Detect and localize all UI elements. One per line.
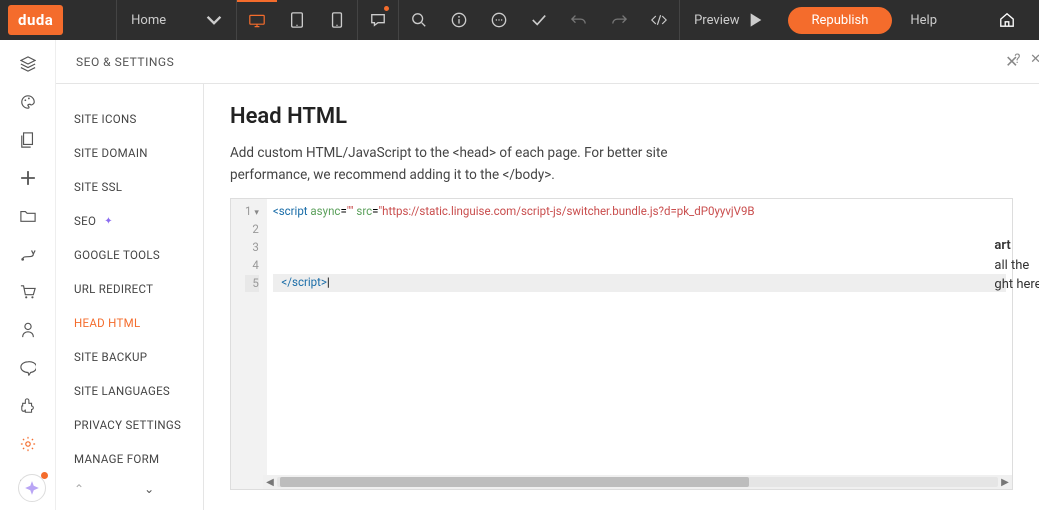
gear-icon: [20, 436, 36, 452]
republish-label: Republish: [812, 13, 869, 28]
device-mobile-button[interactable]: [317, 0, 357, 40]
comment-icon: [370, 12, 386, 28]
pages-button[interactable]: [18, 130, 38, 150]
blog-button[interactable]: [18, 358, 38, 378]
sidemenu-site-languages[interactable]: SITE LANGUAGES: [56, 374, 203, 408]
check-icon: [531, 12, 547, 28]
comments-button[interactable]: [358, 0, 398, 40]
bg-hint: ? ✕: [1014, 52, 1039, 67]
content-description: Add custom HTML/JavaScript to the <head>…: [230, 143, 750, 186]
code-editor[interactable]: 1 ▾ 2 3 4 5 <script async="" src="https:…: [230, 198, 1013, 490]
logo: duda: [8, 5, 63, 35]
chat-button[interactable]: [479, 0, 519, 40]
redo-icon: [611, 12, 627, 28]
sidemenu-site-domain[interactable]: SITE DOMAIN: [56, 136, 203, 170]
topbar: duda Home: [0, 0, 1039, 40]
editor-h-scrollbar[interactable]: ◀ ▶: [263, 475, 1012, 489]
membership-button[interactable]: [18, 320, 38, 340]
sidemenu-site-backup[interactable]: SITE BACKUP: [56, 340, 203, 374]
puzzle-icon: [20, 398, 36, 414]
help-label: Help: [910, 13, 937, 28]
apps-button[interactable]: [18, 396, 38, 416]
theme-button[interactable]: [18, 92, 38, 112]
sparkle-icon: ✦: [104, 216, 113, 227]
notification-dot: [384, 6, 389, 11]
route-icon: [20, 246, 36, 262]
code-icon: [651, 12, 667, 28]
help-button[interactable]: Help: [902, 0, 975, 40]
sidemenu-head-html[interactable]: HEAD HTML: [56, 306, 203, 340]
preview-label: Preview: [694, 13, 739, 28]
sidemenu-seo[interactable]: SEO✦: [56, 204, 203, 238]
search-button[interactable]: [399, 0, 439, 40]
nav-up-button[interactable]: ⌃: [74, 482, 84, 496]
content-area: Head HTML Add custom HTML/JavaScript to …: [204, 84, 1039, 510]
content-heading: Head HTML: [230, 104, 1013, 129]
editor-code[interactable]: <script async="" src="https://static.lin…: [267, 199, 1012, 489]
nav-down-button[interactable]: ⌄: [144, 482, 154, 496]
folder-icon: [20, 208, 36, 224]
main: SEO & SETTINGS ✕ SITE ICONS SITE DOMAIN …: [0, 40, 1039, 510]
cart-icon: [20, 284, 36, 300]
left-iconbar: [0, 40, 56, 510]
info-icon: [451, 12, 467, 28]
undo-button[interactable]: [559, 0, 599, 40]
scroll-track[interactable]: [277, 477, 998, 487]
settings-sidemenu: SITE ICONS SITE DOMAIN SITE SSL SEO✦ GOO…: [56, 84, 204, 510]
folder-button[interactable]: [18, 206, 38, 226]
redo-button[interactable]: [599, 0, 639, 40]
scroll-left-button[interactable]: ◀: [263, 477, 277, 488]
search-icon: [411, 12, 427, 28]
page-selector[interactable]: Home: [117, 0, 236, 40]
ai-fab-button[interactable]: [18, 474, 46, 502]
editor-gutter: 1 ▾ 2 3 4 5: [231, 199, 267, 489]
sidemenu-nav: ⌃ ⌄: [56, 476, 203, 502]
preview-button[interactable]: Preview: [680, 0, 777, 40]
chevron-down-icon: [206, 12, 222, 28]
sidemenu-site-icons[interactable]: SITE ICONS: [56, 102, 203, 136]
scroll-right-button[interactable]: ▶: [998, 477, 1012, 488]
settings-panel: SEO & SETTINGS ✕ SITE ICONS SITE DOMAIN …: [56, 40, 1039, 510]
info-button[interactable]: [439, 0, 479, 40]
devmode-button[interactable]: [639, 0, 679, 40]
play-icon: [748, 12, 764, 28]
device-tablet-button[interactable]: [277, 0, 317, 40]
undo-icon: [571, 12, 587, 28]
device-desktop-button[interactable]: [237, 0, 277, 40]
page-selector-label: Home: [131, 13, 166, 28]
panel-header: SEO & SETTINGS ✕: [56, 40, 1039, 84]
sidemenu-google-tools[interactable]: GOOGLE TOOLS: [56, 238, 203, 272]
home-button[interactable]: [987, 0, 1027, 40]
panel-body: SITE ICONS SITE DOMAIN SITE SSL SEO✦ GOO…: [56, 84, 1039, 510]
scroll-thumb[interactable]: [280, 477, 749, 487]
pages-icon: [20, 132, 36, 148]
sidemenu-manage-form[interactable]: MANAGE FORM: [56, 442, 203, 476]
layers-button[interactable]: [18, 54, 38, 74]
speech-icon: [20, 360, 36, 376]
sidemenu-privacy[interactable]: PRIVACY SETTINGS: [56, 408, 203, 442]
add-button[interactable]: [18, 168, 38, 188]
fold-icon[interactable]: ▾: [254, 208, 259, 218]
sidemenu-url-redirect[interactable]: URL REDIRECT: [56, 272, 203, 306]
person-icon: [20, 322, 36, 338]
republish-button[interactable]: Republish: [788, 7, 893, 34]
sparkle-icon: [24, 480, 40, 496]
settings-button[interactable]: [18, 434, 38, 454]
home-icon: [999, 12, 1015, 28]
layers-icon: [20, 56, 36, 72]
sidemenu-site-ssl[interactable]: SITE SSL: [56, 170, 203, 204]
panel-title: SEO & SETTINGS: [76, 55, 174, 69]
palette-icon: [20, 94, 36, 110]
plus-icon: [20, 170, 36, 186]
mobile-icon: [329, 12, 345, 28]
chat-icon: [491, 12, 507, 28]
desktop-icon: [249, 13, 265, 29]
personalize-button[interactable]: [18, 244, 38, 264]
ecommerce-button[interactable]: [18, 282, 38, 302]
bg-peek-text: art all the ght here.: [994, 236, 1039, 295]
check-button[interactable]: [519, 0, 559, 40]
tablet-icon: [289, 12, 305, 28]
